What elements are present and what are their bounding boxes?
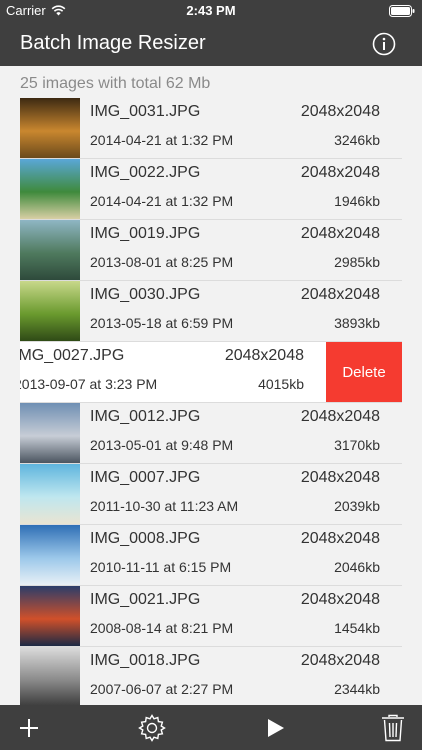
image-name: IMG_0018.JPG [90, 652, 201, 669]
image-row[interactable]: IMG_0027.JPG 2048x2048 2013-09-07 at 3:23 … [20, 342, 402, 403]
image-filesize: 3246kb [334, 132, 380, 148]
image-filesize: 4015kb [258, 376, 304, 392]
image-dimensions: 2048x2048 [300, 652, 380, 669]
image-row[interactable]: IMG_0030.JPG 2048x2048 2013-05-18 at 6:59 … [20, 281, 402, 342]
image-dimensions: 2048x2048 [300, 103, 380, 120]
image-row-content[interactable]: IMG_0021.JPG 2048x2048 2008-08-14 at 8:21 … [20, 586, 402, 646]
image-thumbnail [20, 98, 80, 158]
delete-button[interactable]: Delete [326, 342, 402, 402]
image-name: IMG_0007.JPG [90, 469, 201, 486]
image-row[interactable]: IMG_0018.JPG 2048x2048 2007-06-07 at 2:27 … [20, 647, 402, 705]
image-name: IMG_0022.JPG [90, 164, 201, 181]
image-list: IMG_0031.JPG 2048x2048 2014-04-21 at 1:32 … [20, 98, 402, 705]
image-dimensions: 2048x2048 [300, 164, 380, 181]
image-date: 2013-08-01 at 8:25 PM [90, 254, 234, 270]
plus-icon [20, 719, 38, 737]
status-bar: Carrier 2:43 PM [0, 0, 422, 22]
image-filesize: 2344kb [334, 681, 380, 697]
image-thumbnail [20, 525, 80, 585]
image-row-content[interactable]: IMG_0030.JPG 2048x2048 2013-05-18 at 6:59 … [20, 281, 402, 341]
image-row[interactable]: IMG_0007.JPG 2048x2048 2011-10-30 at 11:23… [20, 464, 402, 525]
image-row[interactable]: IMG_0021.JPG 2048x2048 2008-08-14 at 8:21 … [20, 586, 402, 647]
image-row[interactable]: IMG_0031.JPG 2048x2048 2014-04-21 at 1:32 … [20, 98, 402, 159]
image-filesize: 2046kb [334, 559, 380, 575]
image-date: 2013-09-07 at 3:23 PM [20, 376, 158, 392]
image-thumbnail [20, 586, 80, 646]
image-row[interactable]: IMG_0019.JPG 2048x2048 2013-08-01 at 8:25 … [20, 220, 402, 281]
info-icon[interactable] [372, 32, 396, 56]
image-dimensions: 2048x2048 [300, 286, 380, 303]
navigation-bar: Batch Image Resizer [0, 22, 422, 66]
image-dimensions: 2048x2048 [300, 225, 380, 242]
image-thumbnail [20, 281, 80, 341]
image-row-content[interactable]: IMG_0022.JPG 2048x2048 2014-04-21 at 1:32 … [20, 159, 402, 219]
image-thumbnail [20, 647, 80, 705]
image-thumbnail [20, 403, 80, 463]
image-row-content[interactable]: IMG_0007.JPG 2048x2048 2011-10-30 at 11:23… [20, 464, 402, 524]
image-row[interactable]: IMG_0008.JPG 2048x2048 2010-11-11 at 6:15 … [20, 525, 402, 586]
image-list-area: 25 images with total 62 Mb IMG_0031.JPG 2… [0, 66, 422, 705]
image-row[interactable]: IMG_0012.JPG 2048x2048 2013-05-01 at 9:48 … [20, 403, 402, 464]
image-name: IMG_0027.JPG [20, 347, 125, 364]
delete-all-button[interactable] [378, 713, 408, 743]
image-name: IMG_0021.JPG [90, 591, 201, 608]
image-filesize: 2039kb [334, 498, 380, 514]
image-filesize: 3893kb [334, 315, 380, 331]
clock: 2:43 PM [186, 3, 236, 18]
add-button[interactable] [14, 713, 44, 743]
image-row[interactable]: IMG_0022.JPG 2048x2048 2014-04-21 at 1:32 … [20, 159, 402, 220]
image-date: 2014-04-21 at 1:32 PM [90, 193, 234, 209]
bottom-toolbar [0, 705, 422, 750]
image-thumbnail [20, 220, 80, 280]
image-dimensions: 2048x2048 [300, 408, 380, 425]
image-filesize: 3170kb [334, 437, 380, 453]
image-row-content[interactable]: IMG_0031.JPG 2048x2048 2014-04-21 at 1:32 … [20, 98, 402, 158]
gear-icon [138, 714, 166, 742]
trash-icon [382, 714, 404, 742]
start-resize-button[interactable] [260, 713, 290, 743]
image-date: 2013-05-01 at 9:48 PM [90, 437, 234, 453]
image-row-content[interactable]: IMG_0012.JPG 2048x2048 2013-05-01 at 9:48 … [20, 403, 402, 463]
image-dimensions: 2048x2048 [300, 469, 380, 486]
image-date: 2013-05-18 at 6:59 PM [90, 315, 234, 331]
image-date: 2011-10-30 at 11:23 AM [90, 498, 239, 514]
image-filesize: 2985kb [334, 254, 380, 270]
image-row-content[interactable]: IMG_0019.JPG 2048x2048 2013-08-01 at 8:25 … [20, 220, 402, 280]
image-name: IMG_0019.JPG [90, 225, 201, 242]
image-name: IMG_0008.JPG [90, 530, 201, 547]
image-name: IMG_0012.JPG [90, 408, 201, 425]
image-row-content[interactable]: IMG_0018.JPG 2048x2048 2007-06-07 at 2:27 … [20, 647, 402, 705]
image-thumbnail [20, 464, 80, 524]
summary-text: 25 images with total 62 Mb [20, 75, 211, 92]
image-filesize: 1946kb [334, 193, 380, 209]
image-name: IMG_0030.JPG [90, 286, 201, 303]
image-filesize: 1454kb [334, 620, 380, 636]
image-thumbnail [20, 159, 80, 219]
battery-icon [389, 5, 415, 17]
image-row-content[interactable]: IMG_0027.JPG 2048x2048 2013-09-07 at 3:23 … [20, 342, 326, 402]
image-date: 2010-11-11 at 6:15 PM [90, 559, 232, 575]
image-dimensions: 2048x2048 [224, 347, 304, 364]
image-date: 2014-04-21 at 1:32 PM [90, 132, 234, 148]
play-icon [268, 719, 284, 737]
image-dimensions: 2048x2048 [300, 530, 380, 547]
image-dimensions: 2048x2048 [300, 591, 380, 608]
image-date: 2007-06-07 at 2:27 PM [90, 681, 234, 697]
image-date: 2008-08-14 at 8:21 PM [90, 620, 234, 636]
image-row-content[interactable]: IMG_0008.JPG 2048x2048 2010-11-11 at 6:15 … [20, 525, 402, 585]
page-title: Batch Image Resizer [20, 32, 206, 54]
image-name: IMG_0031.JPG [90, 103, 201, 120]
settings-button[interactable] [137, 713, 167, 743]
